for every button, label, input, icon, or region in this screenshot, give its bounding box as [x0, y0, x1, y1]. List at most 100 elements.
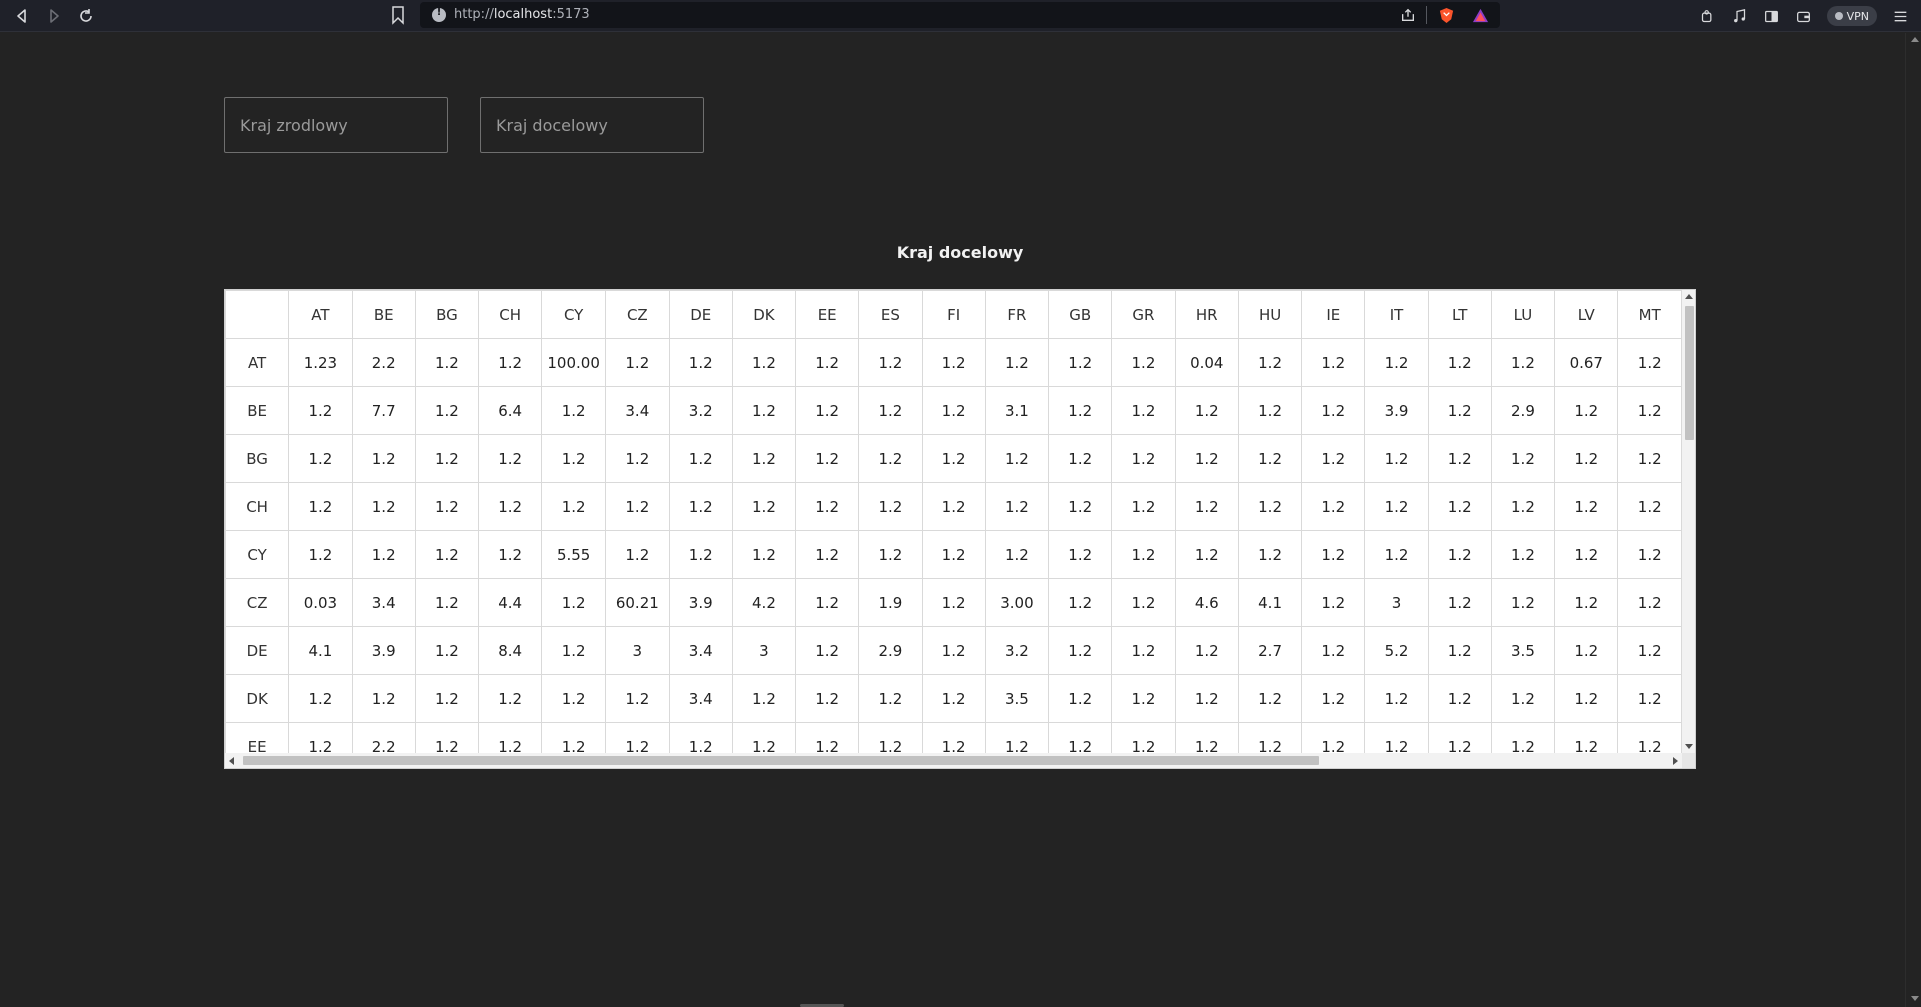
- table-cell: 1.2: [1301, 578, 1366, 627]
- table-cell: 1.2: [668, 722, 733, 753]
- table-cell: 1.2: [605, 722, 670, 753]
- table-row: BG 1.2 1.2 1.2 1.2 1.2 1.2 1.2 1.2 1.2 1.2 1.2 1.2 1.…: [225, 434, 1682, 483]
- table-cell: 1.2: [1111, 386, 1176, 435]
- table-cell: 8.4: [478, 626, 543, 675]
- table-cell: 3.9: [351, 626, 416, 675]
- table-cell: 1.2: [1427, 722, 1492, 753]
- table-row: CH 1.2 1.2 1.2 1.2 1.2 1.2 1.2 1.2 1.2 1.2 1.2 1.2 1.…: [225, 482, 1682, 531]
- bookmark-icon[interactable]: [390, 5, 406, 25]
- scroll-thumb[interactable]: [1685, 306, 1694, 440]
- table-cell: 1.2: [1174, 722, 1239, 753]
- share-icon[interactable]: [1400, 6, 1416, 24]
- table-cell: 2.2: [351, 338, 416, 387]
- table-cell: 1.2: [1364, 674, 1429, 723]
- table-cell: 1.2: [414, 530, 480, 579]
- row-header: CZ: [225, 578, 290, 627]
- column-header: EE: [795, 290, 860, 339]
- media-icon[interactable]: [1731, 7, 1749, 25]
- table-cell: 1.2: [1301, 386, 1366, 435]
- table-cell: 1.2: [541, 434, 607, 483]
- scroll-up-icon[interactable]: [1911, 37, 1919, 42]
- table-cell: 1.9: [858, 578, 923, 627]
- table-cell: 1.2: [1237, 722, 1303, 753]
- scroll-down-icon[interactable]: [1911, 996, 1919, 1001]
- column-header: CZ: [605, 290, 670, 339]
- scroll-down-icon[interactable]: [1685, 744, 1693, 749]
- table-cell: 1.2: [858, 530, 923, 579]
- brave-shield-icon[interactable]: [1438, 6, 1455, 24]
- table-cell: 1.2: [414, 578, 480, 627]
- column-header: CY: [541, 290, 607, 339]
- table-cell: 1.2: [1617, 386, 1682, 435]
- table-cell: 1.2: [984, 530, 1050, 579]
- table-cell: 1.2: [478, 434, 543, 483]
- wallet-icon[interactable]: [1795, 7, 1813, 25]
- table-cell: 1.2: [1237, 434, 1303, 483]
- column-header: IE: [1301, 290, 1366, 339]
- table-cell: 1.2: [288, 530, 353, 579]
- destination-country-input[interactable]: [480, 97, 704, 153]
- table-cell: 1.2: [731, 482, 797, 531]
- table-cell: 1.2: [1427, 674, 1492, 723]
- table-cell: 1.2: [921, 338, 986, 387]
- vpn-status-icon: [1834, 12, 1843, 20]
- row-header: CY: [225, 530, 290, 579]
- brave-rewards-icon[interactable]: [1472, 6, 1489, 24]
- menu-icon[interactable]: [1891, 7, 1909, 25]
- table-cell: 1.2: [1174, 674, 1239, 723]
- scroll-thumb[interactable]: [243, 756, 1319, 765]
- matrix-table-container[interactable]: AT BE BG CH CY CZ DE DK EE ES FI FR GB GR HR HU IE IT LT LU…: [224, 289, 1696, 769]
- back-icon[interactable]: [10, 4, 34, 28]
- table-cell: 3.2: [984, 626, 1050, 675]
- column-header: CH: [478, 290, 543, 339]
- column-header: LT: [1427, 290, 1492, 339]
- address-bar[interactable]: http://localhost:5173: [420, 2, 1500, 28]
- table-row: BE 1.2 7.7 1.2 6.4 1.2 3.4 3.2 1.2 1.2 1.2 1.2 3.1 1.…: [225, 386, 1682, 435]
- source-country-input[interactable]: [224, 97, 448, 153]
- table-cell: 4.1: [1237, 578, 1303, 627]
- table-cell: 1.2: [1554, 530, 1619, 579]
- extensions-icon[interactable]: [1699, 7, 1717, 25]
- table-cell: 1.2: [605, 674, 670, 723]
- table-cell: 1.2: [1617, 530, 1682, 579]
- row-header: AT: [225, 338, 290, 387]
- table-cell: 1.2: [541, 626, 607, 675]
- table-cell: 1.2: [478, 482, 543, 531]
- row-header: BG: [225, 434, 290, 483]
- table-cell: 1.2: [414, 674, 480, 723]
- table-cell: 1.2: [1237, 482, 1303, 531]
- table-cell: 1.2: [414, 386, 480, 435]
- table-cell: 100.00: [541, 338, 607, 387]
- table-cell: 1.2: [605, 530, 670, 579]
- scroll-right-icon[interactable]: [1673, 757, 1678, 765]
- sidebar-icon[interactable]: [1763, 7, 1781, 25]
- site-info-icon[interactable]: [432, 7, 446, 22]
- url-text[interactable]: http://localhost:5173: [454, 7, 590, 22]
- table-vertical-scrollbar[interactable]: [1682, 290, 1695, 753]
- table-horizontal-scrollbar[interactable]: [225, 753, 1682, 768]
- table-cell: 1.2: [1490, 530, 1556, 579]
- table-title: Kraj docelowy: [896, 243, 1024, 262]
- table-cell: 1.2: [541, 722, 607, 753]
- table-cell: 1.2: [1427, 338, 1492, 387]
- table-cell: 1.2: [1617, 674, 1682, 723]
- table-row: DK 1.2 1.2 1.2 1.2 1.2 1.2 3.4 1.2 1.2 1.2 1.2 3.5 1.…: [225, 674, 1682, 723]
- table-cell: 1.2: [668, 338, 733, 387]
- reload-icon[interactable]: [74, 4, 98, 28]
- table-cell: 2.7: [1237, 626, 1303, 675]
- table-cell: 1.2: [1111, 626, 1176, 675]
- table-cell: 2.9: [1490, 386, 1556, 435]
- vpn-button[interactable]: VPN: [1826, 6, 1877, 26]
- table-cell: 1.2: [731, 386, 797, 435]
- scroll-up-icon[interactable]: [1685, 294, 1693, 299]
- column-header: BG: [414, 290, 480, 339]
- table-cell: 3.2: [668, 386, 733, 435]
- page-scrollbar[interactable]: [1905, 33, 1921, 1007]
- column-header: MT: [1617, 290, 1682, 339]
- table-cell: 5.2: [1364, 626, 1429, 675]
- forward-icon[interactable]: [42, 4, 66, 28]
- table-cell: 1.2: [858, 674, 923, 723]
- column-header: IT: [1364, 290, 1429, 339]
- table-cell: 3.4: [605, 386, 670, 435]
- scroll-left-icon[interactable]: [229, 757, 234, 765]
